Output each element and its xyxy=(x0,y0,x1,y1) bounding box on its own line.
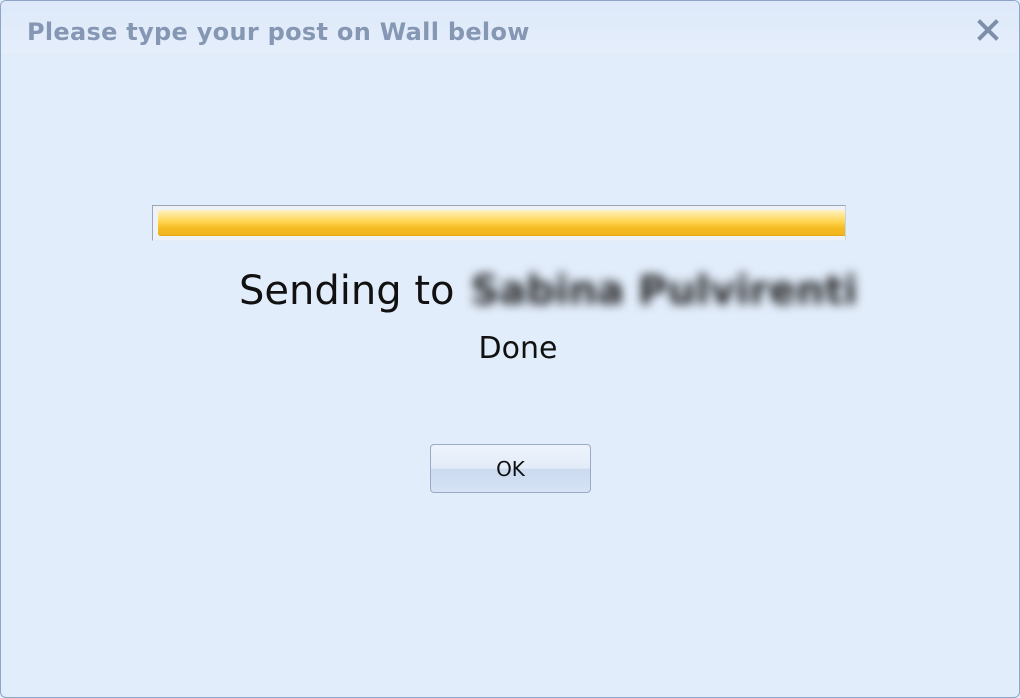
close-icon[interactable] xyxy=(975,17,1001,43)
recipient-name: Sabina Pulvirenti xyxy=(470,268,858,314)
progress-bar xyxy=(152,205,846,241)
progress-bar-fill xyxy=(158,210,845,236)
ok-button[interactable]: OK xyxy=(430,444,591,493)
sending-prefix: Sending to xyxy=(239,268,455,314)
status-text: Done xyxy=(478,331,558,366)
post-dialog: Please type your post on Wall below Send… xyxy=(0,0,1020,698)
title-bar: Please type your post on Wall below xyxy=(1,1,1019,53)
sending-message: Sending to Sabina Pulvirenti xyxy=(239,263,857,319)
dialog-title: Please type your post on Wall below xyxy=(27,18,530,46)
